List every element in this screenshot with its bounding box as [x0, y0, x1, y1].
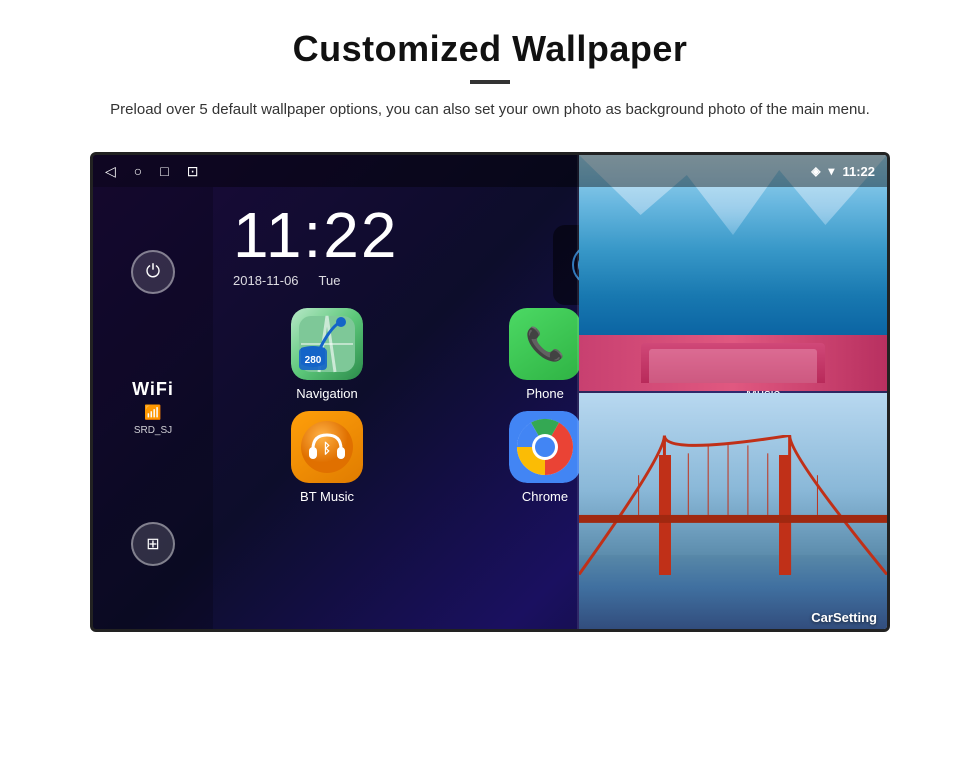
building-window [649, 349, 818, 383]
phone-app-icon: 📞 [509, 308, 581, 380]
apps-button[interactable]: ⊞ [131, 522, 175, 566]
page-description: Preload over 5 default wallpaper options… [100, 98, 880, 122]
left-sidebar: ⏻ WiFi 📶 SRD_SJ ⊞ [93, 187, 213, 629]
building-shape [641, 343, 826, 383]
signal-icon: ▾ [828, 164, 834, 178]
app-navigation[interactable]: 280 Navigation [223, 308, 431, 401]
wifi-name: SRD_SJ [132, 425, 174, 436]
wallpaper-bottom[interactable]: CarSetting [577, 391, 887, 632]
location-icon: ◈ [811, 164, 820, 178]
carsetting-label: CarSetting [811, 610, 877, 625]
status-time: 11:22 [842, 164, 875, 179]
page-title: Customized Wallpaper [60, 28, 920, 70]
app-bt-music[interactable]: ᛒ BT Music [223, 411, 431, 504]
nav-label: Navigation [296, 386, 357, 401]
page-header: Customized Wallpaper Preload over 5 defa… [0, 0, 980, 142]
nav-app-icon: 280 [291, 308, 363, 380]
recents-icon[interactable]: □ [160, 163, 168, 179]
wallpaper-previews: CarSetting [577, 155, 887, 632]
wifi-info: WiFi 📶 SRD_SJ [132, 379, 174, 436]
svg-text:280: 280 [305, 355, 322, 366]
status-right: ◈ ▾ 11:22 [811, 164, 875, 179]
home-icon[interactable]: ○ [134, 163, 142, 179]
bridge-cables [579, 435, 887, 575]
wifi-label: WiFi [132, 379, 174, 400]
android-screen: ◁ ○ □ ⊡ ◈ ▾ 11:22 ⏻ WiFi 📶 SRD_SJ ⊞ [90, 152, 890, 632]
clock-date: 2018-11-06 [233, 273, 299, 288]
screen-body: ⏻ WiFi 📶 SRD_SJ ⊞ 11:22 2018-11-06 Tue [93, 187, 887, 629]
status-bar: ◁ ○ □ ⊡ ◈ ▾ 11:22 [93, 155, 887, 187]
back-icon[interactable]: ◁ [105, 163, 116, 180]
bt-app-icon: ᛒ [291, 411, 363, 483]
chrome-label: Chrome [522, 489, 568, 504]
wallpaper-top[interactable] [577, 155, 887, 391]
screenshot-icon[interactable]: ⊡ [187, 163, 199, 180]
chrome-app-icon [509, 411, 581, 483]
title-divider [470, 80, 510, 84]
svg-text:ᛒ: ᛒ [323, 440, 331, 456]
phone-label: Phone [526, 386, 564, 401]
wifi-bars: 📶 [132, 404, 174, 421]
clock-day: Tue [319, 273, 341, 288]
bt-icon-svg: ᛒ [301, 421, 353, 473]
power-button[interactable]: ⏻ [131, 250, 175, 294]
main-content: ◁ ○ □ ⊡ ◈ ▾ 11:22 ⏻ WiFi 📶 SRD_SJ ⊞ [0, 142, 980, 632]
nav-icons: ◁ ○ □ ⊡ [105, 163, 198, 180]
building-strip [579, 335, 887, 391]
bt-label: BT Music [300, 489, 354, 504]
